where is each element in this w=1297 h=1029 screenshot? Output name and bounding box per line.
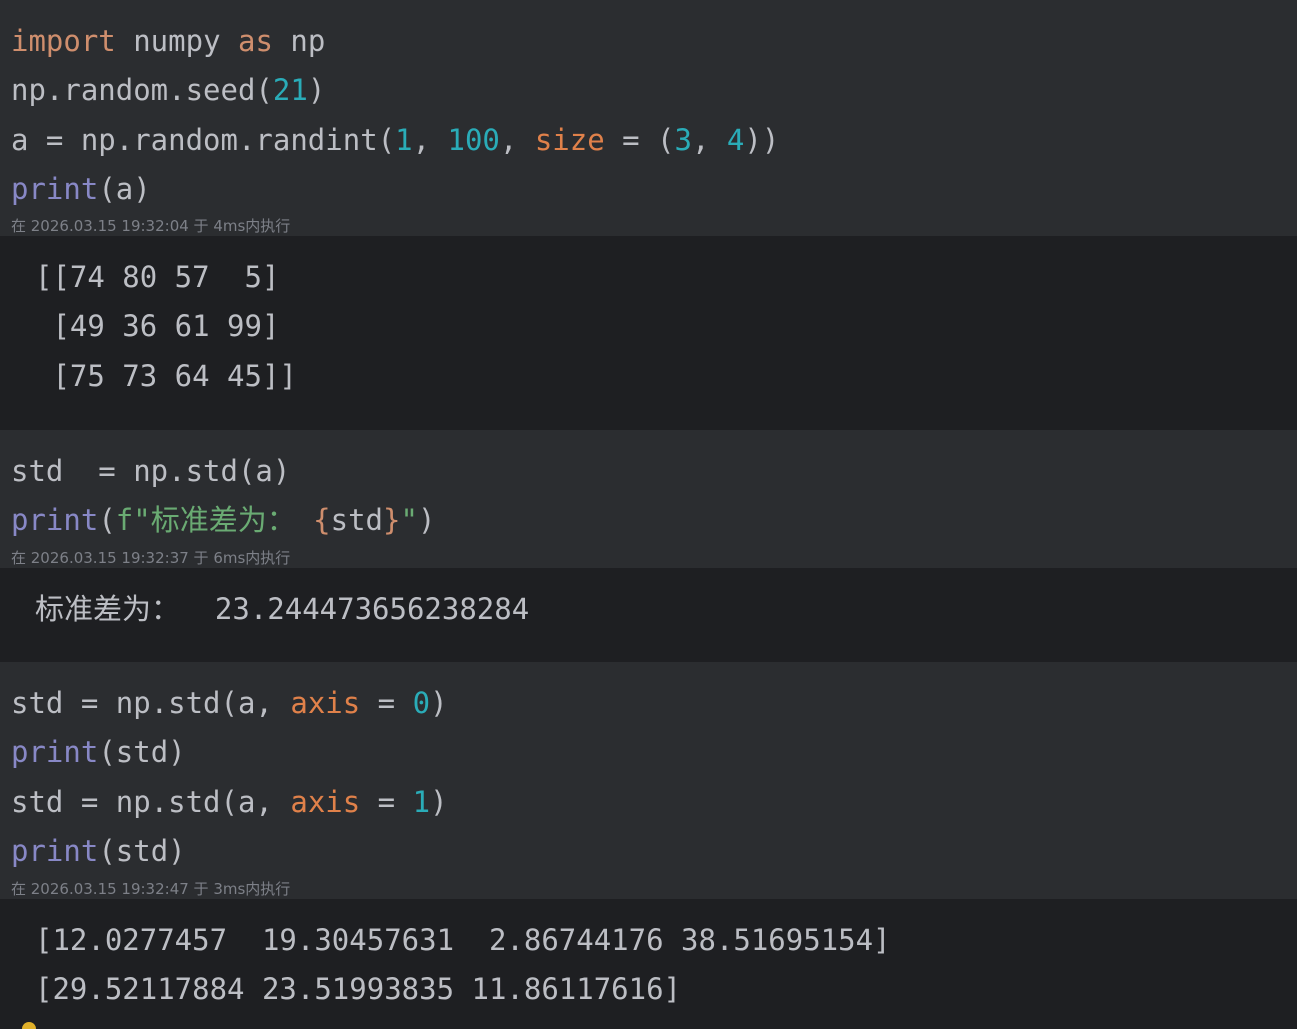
output-line: [49 36 61 99] [35,309,280,343]
code-token: , [691,123,727,157]
code-token: std [330,503,384,537]
code-token: np [272,24,326,58]
code-token: print [11,172,99,206]
code-token: print [11,735,99,769]
code-line[interactable]: print(std) [11,732,186,772]
code-token: std = np.std(a, [11,785,291,819]
cell-output-2: 标准差为： 23.244473656238284 [0,568,1297,662]
code-token: print [11,834,99,868]
execution-info: 在 2026.03.15 19:32:37 于 6ms内执行 [11,549,291,567]
output-line: [[74 80 57 5] [35,260,280,294]
code-token: (std) [98,834,186,868]
code-token: axis [290,686,361,720]
code-line[interactable]: print(std) [11,831,186,871]
code-token: = ( [604,123,675,157]
code-token: } [383,503,401,537]
code-line[interactable]: std = np.std(a) [11,451,290,491]
code-token: 1 [395,123,413,157]
code-cell-3[interactable]: std = np.std(a, axis = 0) print(std) std… [0,662,1297,899]
code-token: = [360,686,413,720]
code-line[interactable]: a = np.random.randint(1, 100, size = (3,… [11,120,779,160]
code-line[interactable]: print(f"标准差为： {std}") [11,500,435,540]
code-token: (a) [98,172,151,206]
execution-info: 在 2026.03.15 19:32:47 于 3ms内执行 [11,880,291,898]
code-token: import [11,24,116,58]
code-token: ) [307,73,326,107]
code-token: print [11,503,99,537]
output-line: 标准差为： 23.244473656238284 [35,592,530,626]
output-line: [29.52117884 23.51993835 11.86117616] [35,972,682,1006]
code-token: 3 [674,123,692,157]
code-line[interactable]: print(a) [11,169,151,209]
code-token: std = np.std(a, [11,686,291,720]
code-cell-1[interactable]: import numpy as np np.random.seed(21) a … [0,0,1297,236]
code-token: , [499,123,535,157]
code-token: 0 [412,686,431,720]
code-token: ) [430,686,448,720]
code-token: 1 [412,785,431,819]
code-token: np.random.seed( [11,73,273,107]
code-token: { [313,503,331,537]
code-token: a = np.random.randint( [11,123,396,157]
notebook-view: import numpy as np np.random.seed(21) a … [0,0,1297,1029]
code-token: 100 [447,123,500,157]
code-token: size [534,123,605,157]
code-token: )) [744,123,780,157]
code-token: = [360,785,413,819]
output-line: [12.0277457 19.30457631 2.86744176 38.51… [35,923,891,957]
code-line[interactable]: std = np.std(a, axis = 0) [11,683,448,723]
cell-output-1: [[74 80 57 5] [49 36 61 99] [75 73 64 45… [0,236,1297,430]
code-token: as [237,24,273,58]
cell-output-3: [12.0277457 19.30457631 2.86744176 38.51… [0,899,1297,1029]
code-token: 21 [272,73,308,107]
code-token: 4 [726,123,745,157]
code-token: ( [98,503,116,537]
code-line[interactable]: import numpy as np [11,21,325,61]
code-token: numpy [115,24,238,58]
output-line: [75 73 64 45]] [35,359,297,393]
code-cell-2[interactable]: std = np.std(a) print(f"标准差为： {std}") 在 … [0,430,1297,568]
code-line[interactable]: np.random.seed(21) [11,70,325,110]
code-line[interactable]: std = np.std(a, axis = 1) [11,782,448,822]
lightbulb-icon[interactable] [22,1022,36,1029]
code-token: f"标准差为： [115,503,314,537]
code-token: , [412,123,448,157]
code-token: axis [290,785,361,819]
code-token: ) [417,503,436,537]
code-token: " [400,503,418,537]
execution-info: 在 2026.03.15 19:32:04 于 4ms内执行 [11,217,291,235]
code-token: std = np.std(a) [11,454,291,488]
code-token: ) [430,785,448,819]
code-token: (std) [98,735,186,769]
